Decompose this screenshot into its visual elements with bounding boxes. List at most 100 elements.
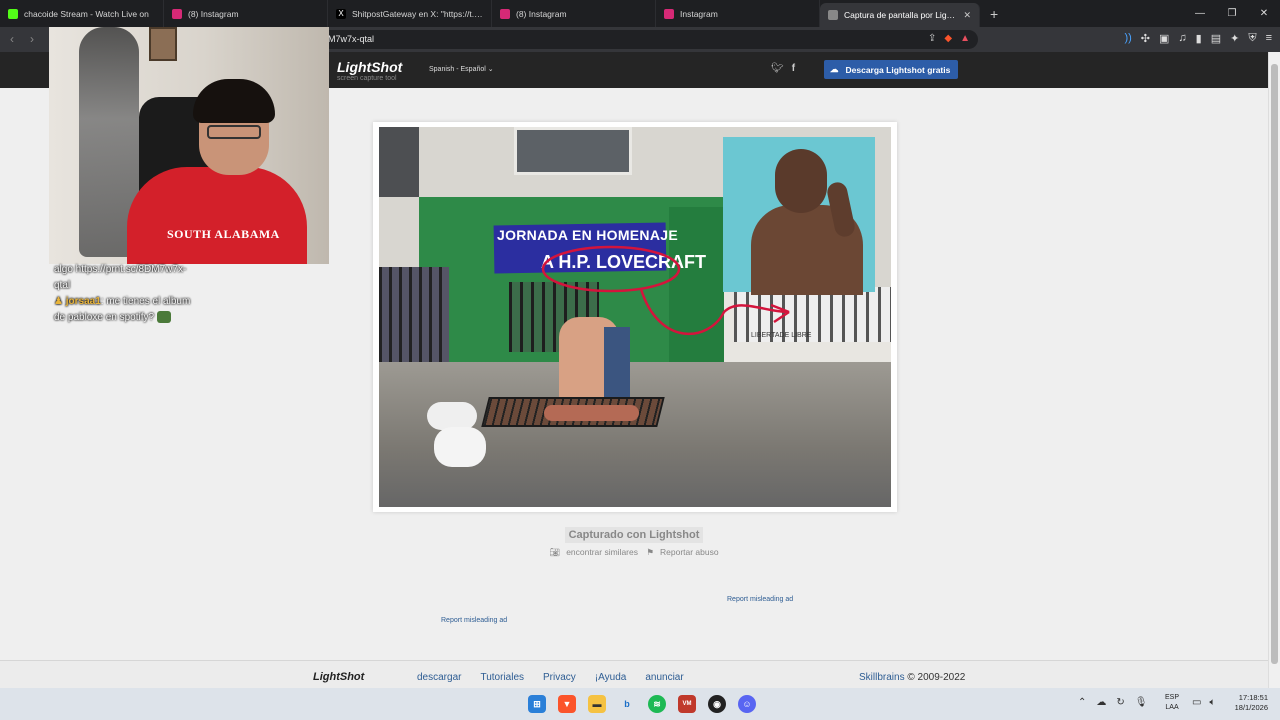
clock-time: 17:18:51	[1238, 693, 1268, 702]
stream-webcam-overlay: SOUTH ALABAMA	[49, 27, 329, 264]
webcam-glasses	[207, 125, 261, 139]
screenshot-image-frame: LIBERTADE LIBRE JORNADA EN HOMENAJE A H.…	[373, 122, 897, 512]
chat-message-cont: de pabloxe en spotify?	[54, 310, 224, 326]
brave-browser-icon[interactable]: ▼	[558, 695, 576, 713]
clock-date: 18/1/2026	[1234, 703, 1268, 712]
taskbar-clock[interactable]: 17:18:51 18/1/2026	[1226, 693, 1268, 713]
maximize-icon[interactable]: ❐	[1216, 0, 1248, 27]
share-icon[interactable]: ⇪	[928, 33, 936, 44]
report-misleading-ad-link[interactable]: Report misleading ad	[441, 617, 507, 624]
tab-instagram-3[interactable]: Instagram	[656, 0, 820, 27]
minimize-icon[interactable]: —	[1184, 0, 1216, 27]
facebook-icon[interactable]: f	[792, 63, 795, 74]
wallet-icon[interactable]: ▤	[1211, 32, 1221, 45]
tab-title: (8) Instagram	[516, 8, 567, 19]
instagram-icon	[500, 8, 510, 19]
windows-taskbar: ⊞ ▼ ▬ b ≋ VM ◉ ☺ ⌃ ☁ ↻ 🎙︎ ESP LAA ▭ 🔈︎ 1…	[0, 688, 1280, 720]
address-bar[interactable]: M7w7x-qtal ⇪ ◆ ▲	[318, 30, 978, 49]
windows-start-icon[interactable]: ⊞	[528, 695, 546, 713]
lightshot-logo[interactable]: LightShot	[337, 59, 402, 75]
audio-icon[interactable]: ))	[1124, 32, 1131, 45]
show-hidden-icons[interactable]: ⌃	[1078, 697, 1086, 708]
instagram-icon	[664, 8, 674, 19]
volume-icon[interactable]: 🔈︎	[1209, 697, 1215, 708]
file-explorer-icon[interactable]: ▬	[588, 695, 606, 713]
chat-badge-icon: ♟	[54, 296, 63, 307]
leo-ai-icon[interactable]: ✦	[1230, 32, 1239, 45]
twitter-icon[interactable]: 🐦︎	[771, 63, 784, 74]
webcam-picture-frame	[149, 27, 177, 61]
image-actions: 📷︎ encontrar similares ⚑ Reportar abuso	[0, 547, 1268, 558]
webcam-shirt-text: SOUTH ALABAMA	[167, 227, 280, 241]
tab-instagram-2[interactable]: (8) Instagram	[492, 0, 656, 27]
screenshot-icon[interactable]: ▣	[1159, 32, 1169, 45]
url-text: M7w7x-qtal	[328, 34, 375, 44]
menu-icon[interactable]: ≡	[1266, 32, 1272, 45]
tab-title: Instagram	[680, 8, 718, 19]
extensions-icon[interactable]: ✣	[1141, 32, 1150, 45]
network-icon[interactable]: ▭	[1192, 697, 1201, 708]
voicemeeter-icon[interactable]: VM	[678, 695, 696, 713]
music-icon[interactable]: ♫	[1178, 32, 1186, 45]
download-icon: ☁	[830, 64, 839, 74]
tab-lightshot[interactable]: Captura de pantalla por Lightshot ✕	[820, 3, 980, 27]
flag-icon: ⚑	[646, 547, 654, 557]
window-controls: — ❐ ✕	[1184, 0, 1280, 27]
download-button[interactable]: ☁ Descarga Lightshot gratis	[824, 60, 958, 79]
footer-logo[interactable]: LightShot	[313, 671, 364, 683]
captured-label[interactable]: Capturado con Lightshot	[564, 527, 704, 543]
page-scrollbar[interactable]	[1268, 52, 1280, 688]
system-tray-status: ▭ 🔈︎	[1192, 697, 1215, 708]
page-footer: LightShot descargar Tutoriales Privacy ¡…	[0, 660, 1268, 688]
brave-rewards-icon[interactable]: ▲	[960, 33, 970, 44]
find-similar-link[interactable]: encontrar similares	[566, 547, 638, 557]
onedrive-icon[interactable]: ☁	[1096, 697, 1106, 708]
discord-icon[interactable]: ☺	[738, 695, 756, 713]
screenshot-image[interactable]: LIBERTADE LIBRE JORNADA EN HOMENAJE A H.…	[379, 127, 891, 507]
tab-kick[interactable]: chacoide Stream - Watch Live on	[0, 0, 164, 27]
tab-title: chacoide Stream - Watch Live on	[24, 8, 149, 19]
footer-link-help[interactable]: ¡Ayuda	[595, 672, 627, 683]
footer-link-download[interactable]: descargar	[417, 672, 461, 683]
copyright-text: © 2009-2022	[907, 672, 966, 683]
tab-x[interactable]: X ShitpostGateway en X: "https://t.co/D	[328, 0, 492, 27]
scrollbar-thumb[interactable]	[1271, 64, 1278, 664]
tab-title: ShitpostGateway en X: "https://t.co/D	[352, 8, 483, 19]
captured-with-lightshot: Capturado con Lightshot	[0, 527, 1268, 543]
extensions-area: )) ✣ ▣ ♫ ▮ ▤ ✦ ⛨ ≡	[1124, 32, 1272, 45]
language-code: ESP	[1165, 694, 1180, 701]
skillbrains-link[interactable]: Skillbrains	[859, 672, 905, 683]
brave-shield-icon[interactable]: ◆	[944, 33, 952, 44]
language-select[interactable]: Spanish - Español ⌄	[429, 65, 494, 73]
vpn-icon[interactable]: ⛨	[1248, 32, 1256, 45]
lightshot-tagline: screen capture tool	[337, 75, 397, 82]
obs-icon[interactable]: ◉	[708, 695, 726, 713]
footer-link-advertise[interactable]: anunciar	[645, 672, 683, 683]
close-window-icon[interactable]: ✕	[1248, 0, 1280, 27]
instagram-icon	[172, 8, 182, 19]
new-tab-button[interactable]: +	[980, 0, 1008, 27]
tab-title: (8) Instagram	[188, 8, 239, 19]
taskbar-apps: ⊞ ▼ ▬ b ≋ VM ◉ ☺	[528, 695, 756, 713]
lightshot-icon	[828, 10, 838, 20]
chat-text: de pabloxe en spotify?	[54, 312, 155, 323]
report-abuse-link[interactable]: Reportar abuso	[660, 547, 719, 557]
footer-copyright: Skillbrains © 2009-2022	[859, 672, 965, 683]
report-misleading-ad-link[interactable]: Report misleading ad	[727, 596, 793, 603]
chat-username: jorsaa1	[65, 296, 101, 307]
spotify-icon[interactable]: ≋	[648, 695, 666, 713]
sync-icon[interactable]: ↻	[1116, 697, 1124, 708]
keyboard-layout: LAA	[1165, 704, 1179, 711]
bing-icon[interactable]: b	[618, 695, 636, 713]
back-icon[interactable]: ‹	[10, 32, 14, 46]
input-language[interactable]: ESP LAA	[1165, 693, 1179, 713]
sidebar-icon[interactable]: ▮	[1196, 32, 1202, 45]
tab-instagram-1[interactable]: (8) Instagram	[164, 0, 328, 27]
microphone-icon[interactable]: 🎙︎	[1135, 697, 1148, 708]
footer-link-tutorials[interactable]: Tutoriales	[480, 672, 524, 683]
footer-link-privacy[interactable]: Privacy	[543, 672, 576, 683]
close-tab-icon[interactable]: ✕	[963, 10, 971, 21]
forward-icon[interactable]: ›	[30, 32, 34, 46]
download-button-label: Descarga Lightshot gratis	[845, 64, 951, 75]
chat-line: qtal	[54, 280, 71, 291]
